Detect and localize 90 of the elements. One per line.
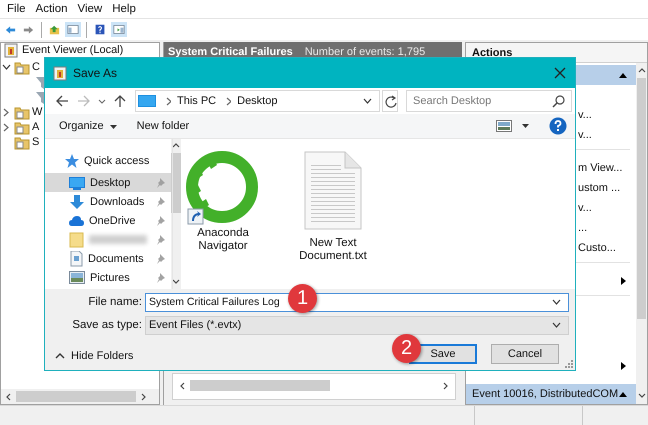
view-icon[interactable] <box>496 120 512 132</box>
refresh-icon <box>384 94 396 108</box>
desktop-icon <box>69 176 85 190</box>
breadcrumb-item[interactable]: Desktop <box>237 95 278 107</box>
horizontal-scrollbar[interactable] <box>1 389 159 404</box>
scroll-down-icon[interactable] <box>172 278 180 286</box>
nav-item[interactable]: Documents <box>45 249 171 268</box>
up-icon[interactable] <box>113 94 127 108</box>
search-field[interactable]: Search Desktop <box>406 90 572 112</box>
nav-item[interactable]: Downloads <box>45 192 171 211</box>
cancel-button[interactable]: Cancel <box>491 344 559 364</box>
dialog-title: Save As <box>73 66 118 80</box>
file-type-dropdown[interactable]: Event Files (*.evtx) <box>145 316 569 334</box>
collapse-icon[interactable] <box>618 70 628 80</box>
scroll-right-icon[interactable] <box>140 392 147 400</box>
menu-item[interactable]: View <box>72 3 108 15</box>
tree-item[interactable]: Event Viewer (Local) <box>22 44 124 56</box>
back-icon[interactable] <box>55 94 69 108</box>
chevron-right-icon[interactable] <box>164 96 171 106</box>
folder-icon <box>69 232 84 248</box>
vertical-scrollbar[interactable] <box>171 139 181 289</box>
folder-icon <box>14 105 30 120</box>
scroll-down-icon[interactable] <box>638 392 646 400</box>
organize-menu[interactable]: Organize <box>59 120 117 132</box>
scroll-up-icon[interactable] <box>172 142 180 150</box>
task-link[interactable]: ... <box>578 222 588 234</box>
file-name[interactable]: Anaconda Navigator <box>183 227 263 253</box>
scroll-left-icon[interactable] <box>179 382 186 390</box>
caret-icon[interactable] <box>522 124 529 128</box>
pane-icon[interactable] <box>65 22 81 37</box>
task-link[interactable]: v... <box>578 202 592 214</box>
chevron-right-icon[interactable] <box>224 96 232 106</box>
new-folder-button[interactable]: New folder <box>136 120 190 132</box>
task-link[interactable]: v... <box>578 109 592 121</box>
task-link[interactable]: v... <box>578 129 592 141</box>
event-count: Number of events: 1,795 <box>304 46 426 58</box>
event-viewer-icon <box>53 66 67 80</box>
submenu-arrow-icon[interactable] <box>619 361 628 371</box>
download-icon <box>69 194 85 208</box>
computer-icon <box>138 94 156 108</box>
close-icon[interactable] <box>553 66 567 80</box>
shortcut-icon[interactable] <box>186 151 260 225</box>
tree-item[interactable]: A <box>32 121 40 134</box>
scroll-thumb[interactable] <box>190 380 330 391</box>
tree-item[interactable]: W <box>32 106 42 119</box>
nav-item[interactable]: Quick access <box>45 151 171 170</box>
section-header[interactable]: Event 10016, DistributedCOM <box>466 384 636 404</box>
section-title: Event 10016, DistributedCOM <box>472 388 618 400</box>
resize-grip-icon[interactable] <box>565 360 573 368</box>
pane-icon[interactable] <box>111 22 127 37</box>
menu-item[interactable]: Help <box>107 3 141 15</box>
file-name[interactable]: New Text Document.txt <box>293 237 373 263</box>
tree-item[interactable]: S <box>32 136 40 149</box>
cloud-icon <box>69 214 84 228</box>
folder-icon <box>14 135 30 150</box>
picture-icon <box>69 270 85 285</box>
folder-icon <box>14 120 30 135</box>
star-icon <box>65 154 79 168</box>
task-link[interactable]: m View... <box>578 162 622 174</box>
chevron-up-icon <box>55 352 65 360</box>
caret-icon <box>110 124 117 128</box>
search-icon[interactable] <box>552 95 565 108</box>
nav-item[interactable]: OneDrive <box>45 211 171 230</box>
refresh-button[interactable] <box>382 90 398 112</box>
menu-item[interactable]: File <box>2 3 31 15</box>
address-bar[interactable]: This PC Desktop <box>135 90 380 112</box>
field-label: File name: <box>87 296 143 308</box>
vertical-scrollbar[interactable] <box>636 63 647 404</box>
menu-item[interactable]: Action <box>30 3 72 15</box>
scroll-thumb[interactable] <box>637 78 646 319</box>
nav-item[interactable]: Pictures <box>45 268 171 287</box>
nav-item[interactable]: Desktop <box>45 173 171 192</box>
scroll-right-icon[interactable] <box>442 382 449 390</box>
task-link[interactable]: Custo... <box>578 242 616 254</box>
breadcrumb-item[interactable]: This PC <box>177 95 216 107</box>
document-icon <box>69 250 83 266</box>
recent-locations-icon[interactable] <box>98 98 106 104</box>
folder-icon <box>14 60 30 75</box>
task-link[interactable]: ustom ... <box>578 182 620 194</box>
pane-title: System Critical Failures <box>168 46 293 58</box>
submenu-arrow-icon[interactable] <box>619 276 628 286</box>
collapse-icon[interactable] <box>618 390 628 398</box>
scroll-thumb[interactable] <box>171 153 181 213</box>
field-label: Save as type: <box>71 319 143 331</box>
scroll-up-icon[interactable] <box>638 67 646 75</box>
tree-item[interactable]: C <box>32 61 40 74</box>
help-icon[interactable] <box>549 117 567 135</box>
scroll-left-icon[interactable] <box>5 392 12 400</box>
scroll-thumb[interactable] <box>16 391 136 402</box>
hide-folders-button[interactable]: Hide Folders <box>55 350 134 362</box>
